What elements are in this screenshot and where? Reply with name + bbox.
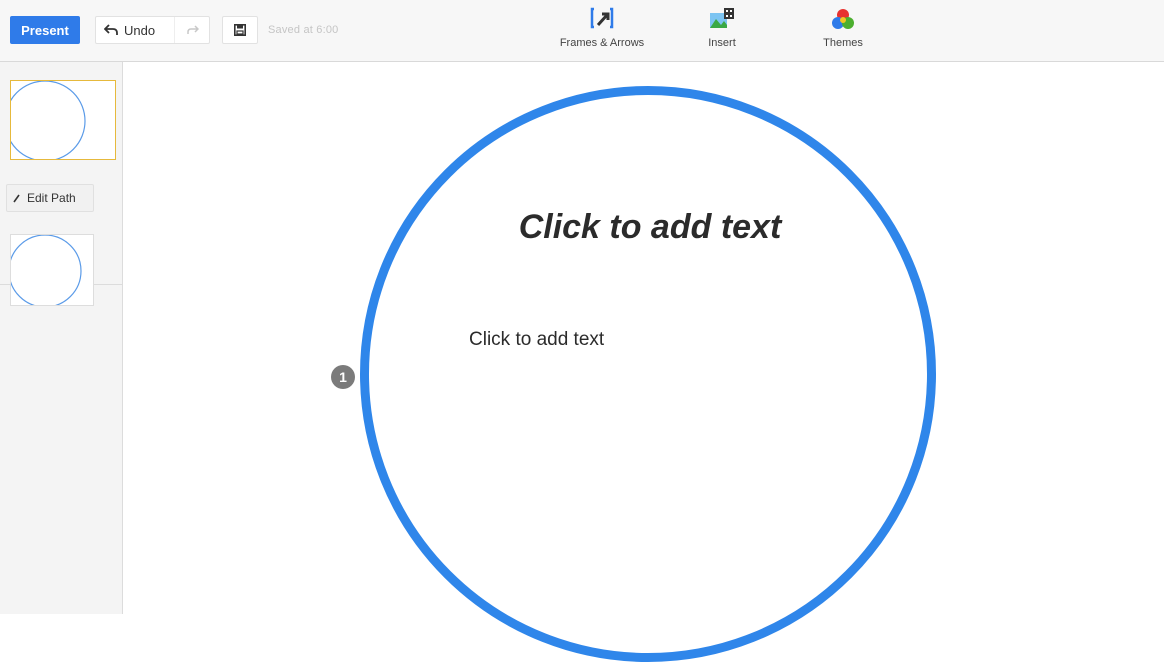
- top-toolbar: Present Undo Saved at 6:00 Frames & Arro…: [0, 0, 1164, 62]
- insert-label: Insert: [708, 37, 736, 49]
- redo-arrow-icon: [187, 25, 199, 34]
- frames-arrows-icon: [590, 7, 614, 29]
- undo-redo-group: Undo: [95, 16, 210, 44]
- save-button[interactable]: [222, 16, 258, 44]
- present-button[interactable]: Present: [10, 16, 80, 44]
- redo-button[interactable]: [174, 17, 211, 43]
- themes-palette-icon: [832, 9, 854, 29]
- undo-label: Undo: [124, 22, 156, 38]
- frames-arrows-label: Frames & Arrows: [559, 37, 645, 49]
- insert-image-icon: [710, 8, 734, 28]
- body-placeholder[interactable]: Click to add text: [469, 329, 604, 351]
- insert-tool[interactable]: Insert: [692, 4, 752, 58]
- undo-button[interactable]: Undo: [96, 17, 174, 43]
- thumbnail-circle: [11, 235, 82, 305]
- frame-thumbnail-2[interactable]: [10, 234, 94, 306]
- edit-path-button[interactable]: Edit Path: [6, 184, 94, 212]
- floppy-disk-icon: [234, 24, 246, 36]
- frame-thumbnail-1[interactable]: [10, 80, 116, 160]
- thumbnail-circle: [11, 81, 86, 159]
- themes-tool[interactable]: Themes: [811, 4, 875, 58]
- themes-label: Themes: [823, 37, 863, 49]
- frame-number-badge[interactable]: 1: [331, 365, 355, 389]
- circle-frame[interactable]: [360, 86, 936, 662]
- frames-arrows-tool[interactable]: Frames & Arrows: [552, 4, 652, 58]
- pencil-icon: [13, 194, 20, 203]
- saved-status-text: Saved at 6:00: [268, 24, 339, 36]
- title-placeholder[interactable]: Click to add text: [470, 208, 830, 247]
- edit-path-label: Edit Path: [27, 191, 76, 205]
- undo-arrow-icon: [104, 24, 118, 35]
